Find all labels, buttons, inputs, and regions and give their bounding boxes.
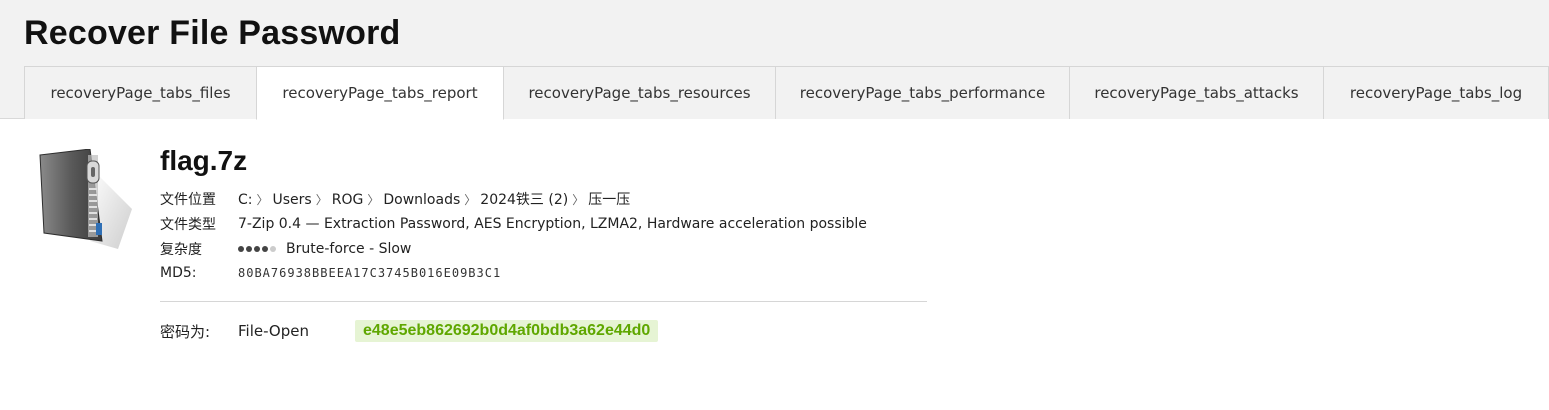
file-type-label: 文件类型: [160, 217, 216, 233]
complexity-rating: [238, 246, 278, 252]
md5-row: MD5: 80BA76938BBEEA17C3745B016E09B3C1: [160, 265, 501, 281]
file-type-value: 7-Zip 0.4 — Extraction Password, AES Enc…: [238, 216, 867, 232]
complexity-text: Brute-force - Slow: [286, 241, 412, 257]
complexity-label: 复杂度: [160, 242, 202, 258]
zip-archive-icon: [38, 148, 134, 255]
password-row: 密码为: File-Open e48e5eb862692b0d4af0bdb3a…: [160, 319, 659, 343]
tab-attacks[interactable]: recoveryPage_tabs_attacks: [1069, 66, 1324, 119]
password-label: 密码为:: [160, 322, 211, 341]
breadcrumb-item[interactable]: 2024铁三 (2): [480, 192, 568, 208]
complexity-dot: [254, 246, 260, 252]
complexity-dot: [270, 246, 276, 252]
page-header: Recover File Password recoveryPage_tabs_…: [0, 0, 1549, 120]
breadcrumb: C: 〉 Users 〉 ROG 〉 Downloads 〉 2024铁三 (2) 〉压一压: [238, 189, 630, 209]
tab-bar: recoveryPage_tabs_files recoveryPage_tab…: [24, 66, 1549, 120]
password-value[interactable]: e48e5eb862692b0d4af0bdb3a62e44d0: [355, 320, 659, 342]
tab-performance[interactable]: recoveryPage_tabs_performance: [775, 66, 1070, 119]
breadcrumb-item[interactable]: ROG: [332, 192, 364, 208]
file-location-row: 文件位置 C: 〉 Users 〉 ROG 〉 Downloads 〉 2024铁三 (2) 〉压…: [160, 189, 630, 209]
page-title: Recover File Password: [24, 14, 401, 52]
breadcrumb-item[interactable]: Users: [273, 192, 312, 208]
complexity-dot: [246, 246, 252, 252]
file-name: flag.7z: [160, 145, 248, 176]
tab-log[interactable]: recoveryPage_tabs_log: [1323, 66, 1549, 119]
chevron-right-icon: 〉: [367, 193, 380, 207]
chevron-right-icon: 〉: [464, 193, 477, 207]
tab-report[interactable]: recoveryPage_tabs_report: [256, 66, 504, 120]
report-panel: flag.7z 文件位置 C: 〉 Users 〉 ROG 〉 Downloads 〉 2024…: [0, 119, 1549, 409]
tab-resources[interactable]: recoveryPage_tabs_resources: [503, 66, 776, 119]
complexity-dot: [238, 246, 244, 252]
breadcrumb-item[interactable]: Downloads: [383, 192, 460, 208]
complexity-dot: [262, 246, 268, 252]
divider: [160, 301, 927, 302]
md5-value: 80BA76938BBEEA17C3745B016E09B3C1: [238, 266, 502, 280]
md5-label: MD5:: [160, 265, 197, 281]
chevron-right-icon: 〉: [256, 193, 269, 207]
breadcrumb-item[interactable]: C:: [238, 192, 253, 208]
complexity-row: 复杂度 Brute-force - Slow: [160, 239, 411, 259]
tab-files[interactable]: recoveryPage_tabs_files: [24, 66, 257, 119]
file-location-label: 文件位置: [160, 192, 216, 208]
chevron-right-icon: 〉: [572, 193, 585, 207]
file-type-row: 文件类型 7-Zip 0.4 — Extraction Password, AE…: [160, 214, 867, 234]
password-source: File-Open: [238, 322, 309, 340]
chevron-right-icon: 〉: [315, 193, 328, 207]
breadcrumb-item[interactable]: 压一压: [588, 192, 630, 208]
